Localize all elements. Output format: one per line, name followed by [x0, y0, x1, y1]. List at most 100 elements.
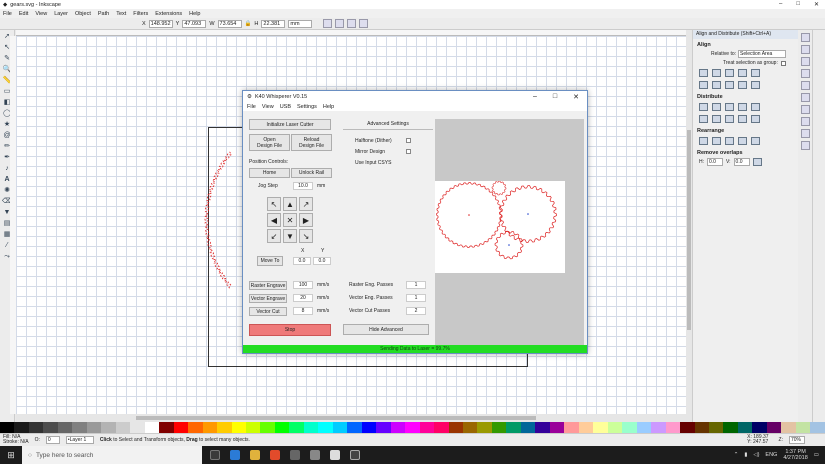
- palette-swatch[interactable]: [810, 422, 825, 433]
- tray-chevron-icon[interactable]: ⌃: [734, 452, 739, 458]
- scale-corners-icon[interactable]: [335, 19, 345, 28]
- snap-bbox-icon[interactable]: [800, 45, 810, 54]
- align-baseline-icon[interactable]: [751, 69, 760, 77]
- k40-menu-view[interactable]: View: [262, 104, 274, 110]
- palette-swatch[interactable]: [405, 422, 420, 433]
- palette-swatch[interactable]: [549, 422, 565, 433]
- home-button[interactable]: Home: [249, 168, 290, 178]
- taskbar-search[interactable]: ○ Type here to search: [22, 446, 202, 464]
- lock-icon[interactable]: 🔒: [245, 21, 252, 27]
- jog-up-right-icon[interactable]: ↗: [299, 197, 313, 211]
- palette-swatch[interactable]: [28, 422, 44, 433]
- raster-passes-field[interactable]: 1: [406, 281, 426, 289]
- palette-swatch[interactable]: [636, 422, 652, 433]
- x-field[interactable]: 148.952: [148, 19, 173, 28]
- menu-text[interactable]: Text: [116, 11, 126, 17]
- snap-center-icon[interactable]: [800, 117, 810, 126]
- k40-menu-file[interactable]: File: [247, 104, 256, 110]
- distribute-anchor-icon[interactable]: [751, 103, 760, 111]
- menu-layer[interactable]: Layer: [54, 11, 68, 17]
- palette-swatch[interactable]: [231, 422, 246, 433]
- snap-path-icon[interactable]: [800, 93, 810, 102]
- palette-swatch[interactable]: [72, 422, 87, 433]
- move-patterns-icon[interactable]: [359, 19, 369, 28]
- jog-down-right-icon[interactable]: ↘: [299, 229, 313, 243]
- snap-enable-icon[interactable]: [800, 33, 810, 42]
- open-design-button[interactable]: Open Design File: [249, 134, 290, 151]
- palette-swatch[interactable]: [361, 422, 377, 433]
- task-view-icon[interactable]: [210, 450, 220, 460]
- remove-overlaps-icon[interactable]: [752, 158, 762, 166]
- palette-swatch[interactable]: [463, 422, 478, 433]
- edge-icon[interactable]: [230, 450, 240, 460]
- cut-passes-field[interactable]: 2: [406, 307, 426, 315]
- palette-swatch[interactable]: [332, 422, 348, 433]
- palette-swatch[interactable]: [419, 422, 435, 433]
- mirror-checkbox[interactable]: [406, 149, 411, 154]
- treat-group-checkbox[interactable]: [780, 60, 786, 66]
- snap-guide-icon[interactable]: [800, 129, 810, 138]
- palette-swatch[interactable]: [578, 422, 594, 433]
- palette-swatch[interactable]: [347, 422, 362, 433]
- h-field[interactable]: 22.381: [261, 19, 286, 28]
- palette-swatch[interactable]: [144, 422, 160, 433]
- cut-speed-field[interactable]: 8: [293, 307, 313, 315]
- align-top-icon[interactable]: [699, 81, 708, 89]
- palette-swatch[interactable]: [434, 422, 449, 433]
- jog-up-icon[interactable]: ▲: [283, 197, 297, 211]
- volume-icon[interactable]: ◁): [753, 452, 759, 458]
- palette-swatch[interactable]: [737, 422, 753, 433]
- palette-swatch[interactable]: [694, 422, 709, 433]
- k40-menu-settings[interactable]: Settings: [297, 104, 317, 110]
- stroke-value[interactable]: N/A: [20, 439, 28, 445]
- close-icon[interactable]: ✕: [814, 1, 819, 8]
- align-center-v-icon[interactable]: [712, 81, 721, 89]
- palette-swatch[interactable]: [651, 422, 666, 433]
- jog-up-left-icon[interactable]: ↖: [267, 197, 281, 211]
- menu-view[interactable]: View: [35, 11, 47, 17]
- palette-swatch[interactable]: [520, 422, 536, 433]
- palette-swatch[interactable]: [303, 422, 319, 433]
- palette-swatch[interactable]: [173, 422, 189, 433]
- palette-swatch[interactable]: [593, 422, 608, 433]
- graph-layout-icon[interactable]: [699, 137, 708, 145]
- palette-swatch[interactable]: [202, 422, 218, 433]
- w-field[interactable]: 73.654: [217, 19, 242, 28]
- align-anchor-icon[interactable]: [738, 69, 747, 77]
- menu-extensions[interactable]: Extensions: [155, 11, 182, 17]
- exchange-z-icon[interactable]: [725, 137, 734, 145]
- overlap-v-field[interactable]: 0.0: [733, 158, 750, 166]
- align-center-h-icon[interactable]: [712, 69, 721, 77]
- reload-design-button[interactable]: Reload Design File: [291, 134, 332, 151]
- exchange-positions-icon[interactable]: [712, 137, 721, 145]
- palette-swatch[interactable]: [622, 422, 637, 433]
- palette-swatch[interactable]: [318, 422, 333, 433]
- palette-swatch[interactable]: [0, 422, 15, 433]
- menu-object[interactable]: Object: [75, 11, 91, 17]
- palette-swatch[interactable]: [159, 422, 174, 433]
- palette-swatch[interactable]: [723, 422, 738, 433]
- palette-swatch[interactable]: [43, 422, 58, 433]
- firefox-icon[interactable]: [270, 450, 280, 460]
- palette-swatch[interactable]: [680, 422, 695, 433]
- stop-button[interactable]: Stop: [249, 324, 331, 336]
- store-icon[interactable]: [290, 450, 300, 460]
- palette-swatch[interactable]: [245, 422, 261, 433]
- palette-swatch[interactable]: [188, 422, 203, 433]
- palette-swatch[interactable]: [289, 422, 304, 433]
- k40-close-icon[interactable]: ✕: [573, 93, 579, 101]
- palette-swatch[interactable]: [564, 422, 579, 433]
- zoom-field[interactable]: 70%: [789, 436, 805, 444]
- distribute-center-h-icon[interactable]: [712, 103, 721, 111]
- snap-intersection-icon[interactable]: [800, 105, 810, 114]
- align-text-icon[interactable]: [751, 81, 760, 89]
- jog-down-icon[interactable]: ▼: [283, 229, 297, 243]
- k40-taskbar-icon[interactable]: [350, 450, 360, 460]
- snap-corner-icon[interactable]: [800, 69, 810, 78]
- raster-speed-field[interactable]: 100: [293, 281, 313, 289]
- distribute-center-v-icon[interactable]: [712, 115, 721, 123]
- align-left-icon[interactable]: [699, 69, 708, 77]
- vector-engrave-button[interactable]: Vector Engrave: [249, 294, 287, 303]
- k40-maximize-icon[interactable]: □: [553, 93, 557, 101]
- palette-swatch[interactable]: [115, 422, 131, 433]
